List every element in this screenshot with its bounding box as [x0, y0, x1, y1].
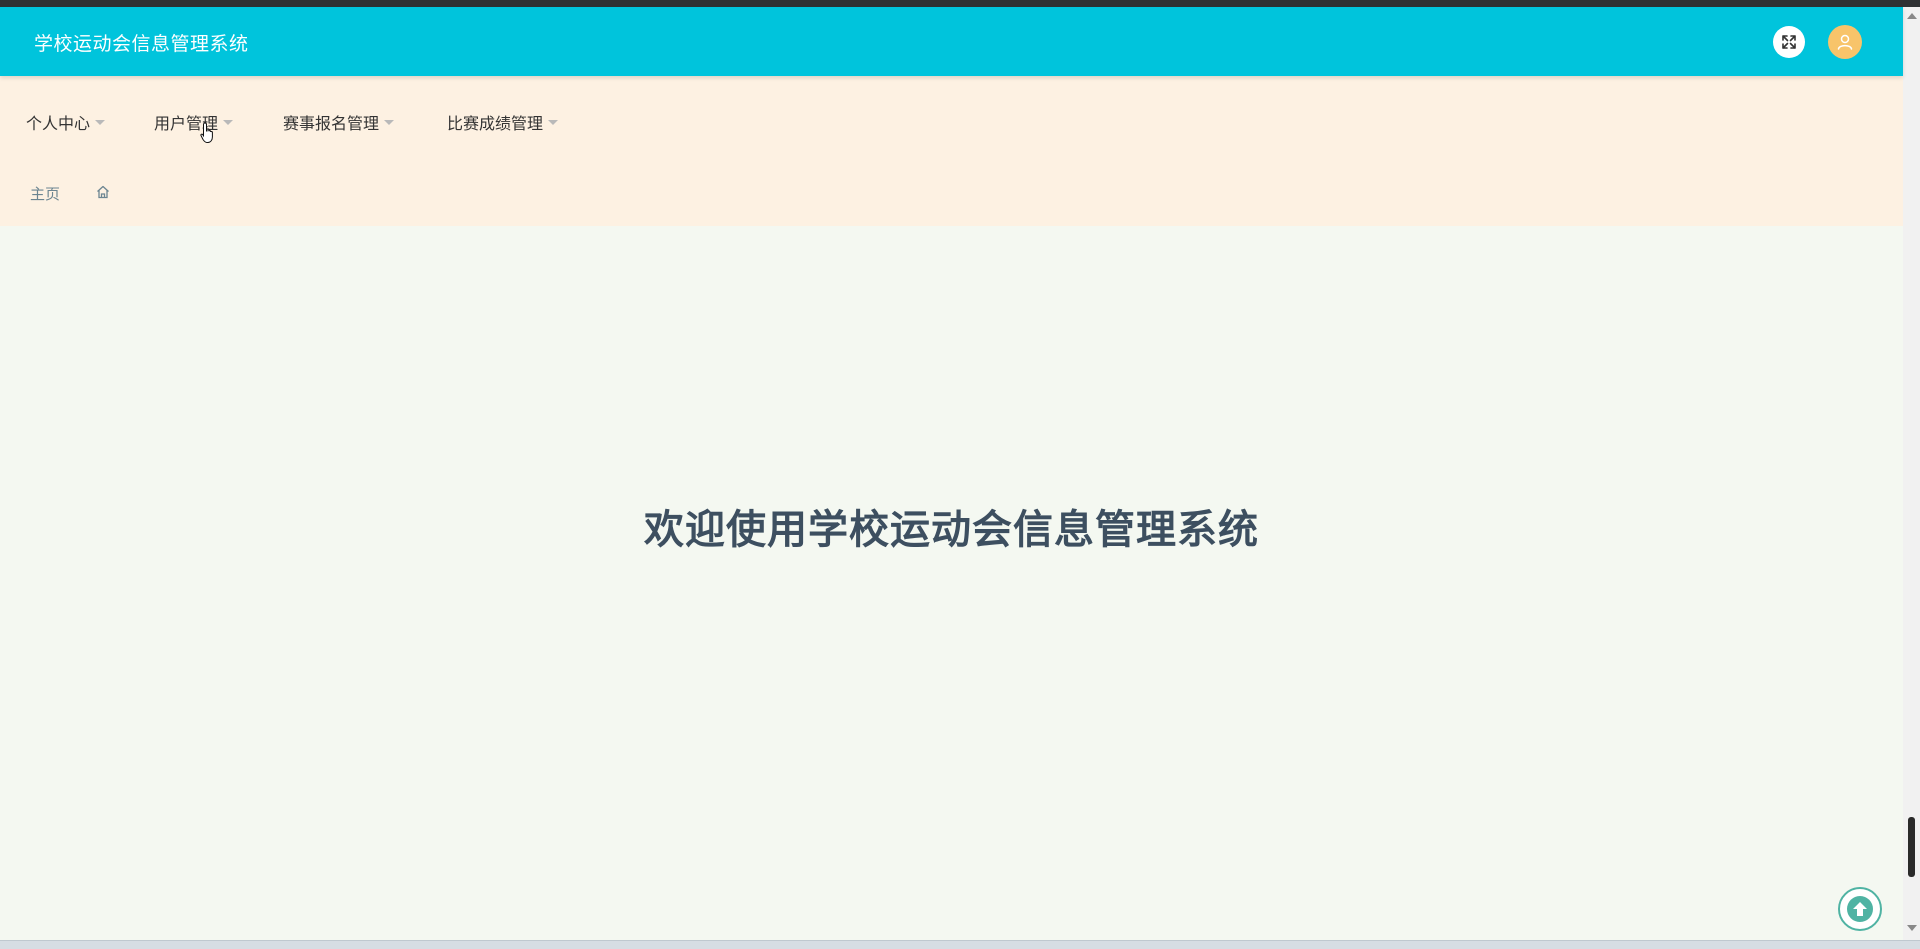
- user-avatar-button[interactable]: [1828, 25, 1862, 59]
- menu-label: 比赛成绩管理: [447, 114, 544, 133]
- menu-label: 个人中心: [26, 114, 91, 133]
- page-scrollbar[interactable]: [1903, 7, 1920, 940]
- menu-personal-center[interactable]: 个人中心: [26, 110, 106, 134]
- menu-event-registration[interactable]: 赛事报名管理: [283, 110, 395, 134]
- caret-down-icon: [95, 120, 106, 125]
- welcome-heading: 欢迎使用学校运动会信息管理系统: [644, 507, 1259, 553]
- menu-label: 赛事报名管理: [283, 114, 380, 133]
- arrow-up-circle-icon: [1847, 896, 1873, 922]
- menu-label: 用户管理: [154, 114, 219, 133]
- caret-down-icon: [548, 120, 559, 125]
- breadcrumb: 主页: [0, 162, 1903, 226]
- menu-user-management[interactable]: 用户管理: [154, 110, 234, 134]
- scroll-up-arrow-icon[interactable]: [1907, 13, 1917, 19]
- browser-top-strip: [0, 0, 1920, 7]
- user-avatar-icon: [1837, 34, 1853, 50]
- expand-arrows-icon: [1782, 35, 1796, 49]
- caret-down-icon: [223, 120, 234, 125]
- app-header: 学校运动会信息管理系统: [0, 7, 1903, 76]
- home-icon[interactable]: [95, 184, 111, 200]
- menu-match-results[interactable]: 比赛成绩管理: [447, 110, 559, 134]
- breadcrumb-home-link[interactable]: 主页: [30, 183, 60, 204]
- app-container: 学校运动会信息管理系统 个人中心 用户管理 赛事报名管理 比赛成绩管理 主页 欢…: [0, 7, 1903, 940]
- top-menu-bar: 个人中心 用户管理 赛事报名管理 比赛成绩管理: [0, 76, 1903, 163]
- back-to-top-button[interactable]: [1838, 887, 1882, 931]
- fullscreen-button[interactable]: [1773, 26, 1805, 58]
- scrollbar-thumb[interactable]: [1908, 817, 1915, 877]
- caret-down-icon: [384, 120, 395, 125]
- scroll-down-arrow-icon[interactable]: [1907, 925, 1917, 931]
- app-title: 学校运动会信息管理系统: [34, 33, 249, 55]
